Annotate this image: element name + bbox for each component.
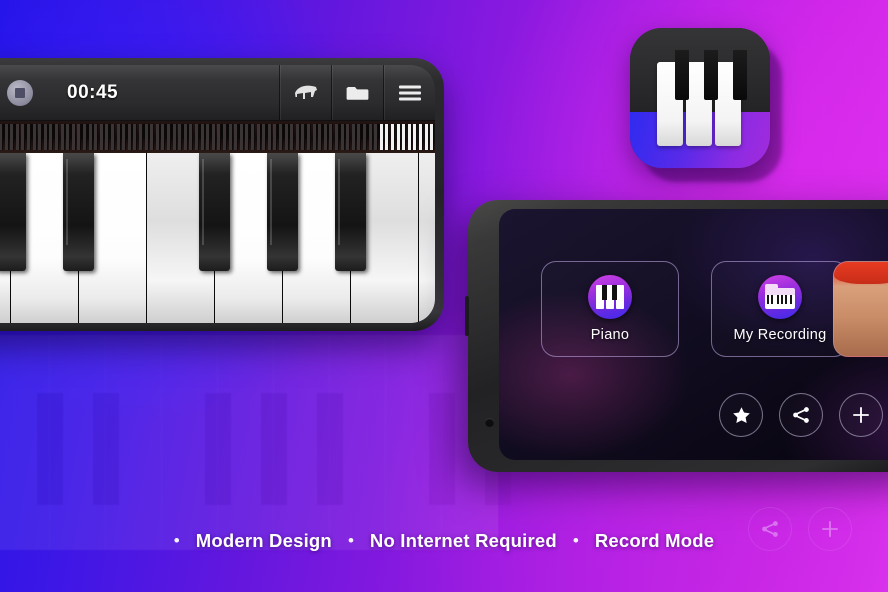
toolbar-left-group: 00:45 — [0, 79, 119, 106]
feature-item: Modern Design — [195, 530, 332, 551]
reflection-white-key — [0, 335, 50, 550]
app-icon-black-key — [675, 50, 689, 100]
stop-button[interactable] — [7, 79, 33, 106]
menu-button[interactable] — [383, 65, 435, 120]
reflection-white-key — [106, 335, 162, 550]
bullet-separator: • — [572, 530, 579, 550]
overview-white-key — [346, 124, 351, 150]
piano-toolbar: 00:45 — [0, 65, 435, 121]
overview-white-key — [189, 124, 194, 150]
overview-white-key — [111, 124, 115, 150]
bullet-separator: • — [347, 530, 354, 550]
folder-icon — [346, 87, 368, 100]
stop-square-icon — [15, 87, 25, 98]
phone-side-button[interactable] — [465, 296, 469, 336]
plus-icon — [853, 407, 869, 423]
favorite-button[interactable] — [719, 393, 763, 437]
overview-white-key — [424, 124, 429, 150]
reflection-black-key — [429, 393, 455, 505]
overview-white-key — [368, 124, 373, 150]
overview-white-key — [228, 124, 233, 150]
phone-camera-dot — [485, 418, 494, 427]
feature-item: Record Mode — [594, 530, 715, 551]
menu-card-label: Piano — [590, 327, 630, 343]
piano-black-key[interactable] — [335, 153, 366, 271]
reflection-white-key — [274, 335, 330, 550]
menu-card-photo[interactable] — [833, 261, 888, 357]
overview-white-key — [211, 124, 216, 150]
reflection-black-key — [261, 393, 287, 505]
right-phone-device: Piano My Recording — [465, 200, 888, 472]
right-phone-screen: Piano My Recording — [499, 209, 888, 460]
recording-timer: 00:45 — [67, 81, 119, 103]
toolbar-right-group — [279, 65, 435, 120]
piano-black-key[interactable] — [63, 153, 94, 271]
piano-white-key[interactable] — [419, 153, 435, 323]
menu-card-piano[interactable]: Piano — [541, 261, 679, 357]
piano-keys-icon — [588, 275, 632, 319]
piano-keyboard[interactable] — [0, 153, 435, 323]
overview-white-key — [55, 124, 59, 150]
piano-black-key[interactable] — [267, 153, 298, 271]
feature-item: No Internet Required — [369, 530, 557, 551]
reflection-white-key — [162, 335, 218, 550]
app-icon-black-key — [704, 50, 718, 100]
bullet-separator: • — [173, 530, 180, 550]
reflection-white-key — [218, 335, 274, 550]
reflection-white-key — [50, 335, 106, 550]
overview-black-key — [433, 124, 435, 139]
menu-card-my-recording[interactable]: My Recording — [711, 261, 849, 357]
left-phone-screen: 00:45 — [0, 65, 435, 323]
hamburger-menu-icon — [398, 85, 421, 100]
keyboard-reflection — [0, 335, 498, 550]
overview-white-key — [32, 124, 37, 150]
overview-white-key — [251, 124, 255, 150]
keyboard-overview-strip[interactable] — [0, 121, 435, 153]
overview-white-key — [133, 124, 138, 150]
left-phone-device: 00:45 — [0, 58, 444, 331]
overview-white-key — [71, 124, 76, 150]
piano-app-icon — [630, 28, 782, 182]
share-button[interactable] — [779, 393, 823, 437]
screenshot-canvas: 00:45 Piano My Recording • Modern Design… — [0, 0, 888, 592]
star-icon — [732, 406, 750, 423]
overview-white-key — [15, 124, 20, 150]
overview-white-key — [385, 124, 390, 150]
menu-card-label: My Recording — [733, 327, 827, 343]
files-button[interactable] — [331, 65, 383, 120]
reflection-black-key — [205, 393, 231, 505]
piano-black-key[interactable] — [0, 153, 26, 271]
reflection-black-key — [93, 393, 119, 505]
app-icon-black-key — [733, 50, 747, 100]
overview-white-key — [290, 124, 295, 150]
reflection-white-key — [386, 335, 442, 550]
recording-folder-icon — [758, 275, 802, 319]
piano-black-key[interactable] — [199, 153, 230, 271]
share-icon — [793, 407, 809, 423]
photo-thumbnail — [834, 262, 888, 284]
overview-white-key — [150, 124, 155, 150]
reflection-black-key — [317, 393, 343, 505]
overview-white-key — [94, 124, 99, 150]
overview-white-key — [329, 124, 334, 150]
add-button[interactable] — [839, 393, 883, 437]
instrument-button[interactable] — [279, 65, 331, 120]
feature-list: • Modern Design • No Internet Required •… — [0, 524, 888, 558]
reflection-black-key — [37, 393, 63, 505]
app-icon-body — [630, 28, 770, 168]
overview-white-key — [172, 124, 177, 150]
reflection-white-key — [330, 335, 386, 550]
overview-white-key — [407, 124, 412, 150]
overview-white-key — [307, 124, 311, 150]
grand-piano-icon — [294, 85, 317, 99]
overview-white-key — [267, 124, 272, 150]
